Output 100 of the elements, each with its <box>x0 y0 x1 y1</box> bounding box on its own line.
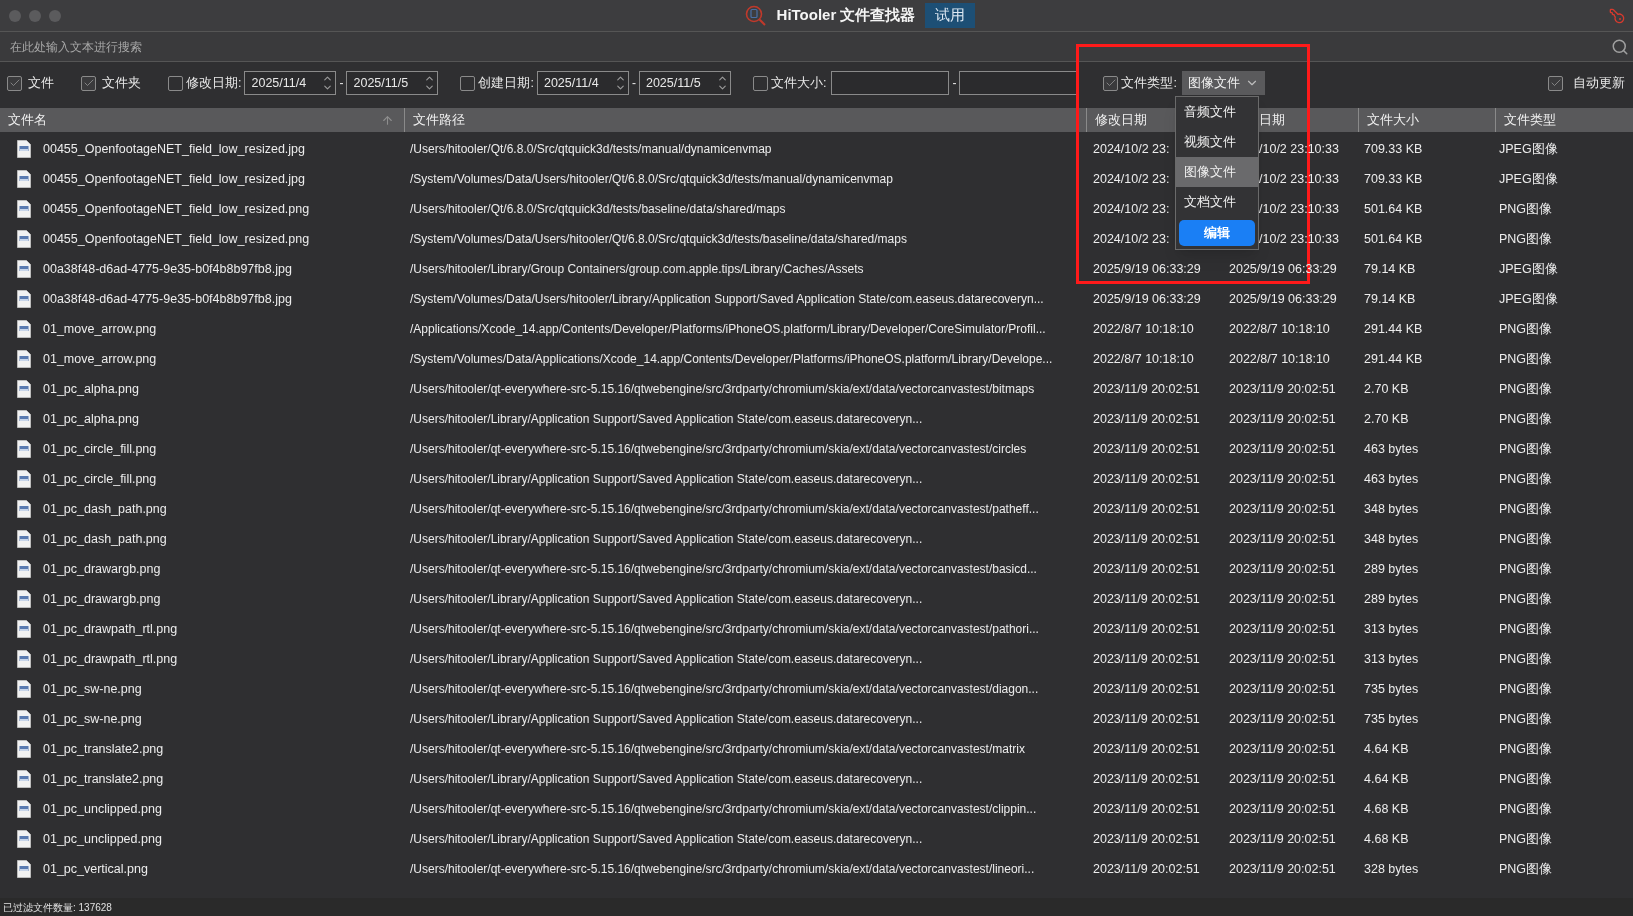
edit-button[interactable]: 编辑 <box>1179 220 1255 246</box>
search-icon[interactable] <box>1611 37 1629 56</box>
file-name: 00455_OpenfootageNET_field_low_resized.png <box>43 200 310 218</box>
filter-label: 文件大小: <box>770 74 827 92</box>
checkbox[interactable] <box>1103 75 1119 91</box>
file-type: PNG图像 <box>1499 561 1553 576</box>
column-header[interactable]: 文件大小 <box>1358 108 1495 132</box>
file-path: /Users/hitooler/Library/Application Support/Saved Application State/com.easeus.datarecoveryn... <box>410 471 923 486</box>
file-size: 501.64 KB <box>1364 201 1423 216</box>
file-size: 348 bytes <box>1364 501 1419 516</box>
file-size: 291.44 KB <box>1364 351 1423 366</box>
checkbox[interactable] <box>460 75 476 91</box>
filter-label: 文件夹 <box>102 74 141 92</box>
search-input[interactable]: 在此处输入文本进行搜索 <box>10 37 1611 56</box>
modified-date: 2024/10/2 23: <box>1093 141 1170 156</box>
created-date: 2023/11/9 20:02:51 <box>1229 831 1336 846</box>
file-size: 2.70 KB <box>1364 411 1409 426</box>
modified-date: 2023/11/9 20:02:51 <box>1093 501 1200 516</box>
image-file-icon <box>17 410 31 428</box>
file-type: PNG图像 <box>1499 471 1553 486</box>
image-file-icon <box>17 140 31 158</box>
file-type: PNG图像 <box>1499 771 1553 786</box>
date-spinbox[interactable]: 2025/11/4 <box>536 71 629 95</box>
file-size: 735 bytes <box>1364 711 1419 726</box>
file-path: /Users/hitooler/Library/Application Support/Saved Application State/com.easeus.datarecoveryn... <box>410 711 923 726</box>
checkbox[interactable] <box>752 75 768 91</box>
file-path: /System/Volumes/Data/Applications/Xcode_14.app/Contents/Developer/Platforms/iPhoneOS.platform/Library/Develope... <box>410 351 1053 366</box>
checkbox[interactable] <box>7 75 22 91</box>
file-type: JPEG图像 <box>1499 171 1558 186</box>
checkbox[interactable] <box>168 75 183 91</box>
created-date: 2023/11/9 20:02:51 <box>1229 381 1336 396</box>
key-icon[interactable] <box>1609 7 1625 24</box>
modified-date: 2024/10/2 23: <box>1093 231 1170 246</box>
file-size: 2.70 KB <box>1364 381 1409 396</box>
created-date: 2023/11/9 20:02:51 <box>1229 741 1336 756</box>
image-file-icon <box>17 440 31 458</box>
file-name: 00455_OpenfootageNET_field_low_resized.jpg <box>43 140 305 158</box>
date-spinbox[interactable]: 2025/11/5 <box>638 71 731 95</box>
column-header[interactable]: 文件路径 <box>404 108 1086 132</box>
file-type: PNG图像 <box>1499 861 1553 876</box>
file-size: 4.64 KB <box>1364 771 1409 786</box>
date-spinbox[interactable]: 2025/11/5 <box>346 71 439 95</box>
search-field[interactable]: 在此处输入文本进行搜索 <box>0 32 1633 62</box>
file-size: 501.64 KB <box>1364 231 1423 246</box>
created-date: 2023/11/9 20:02:51 <box>1229 441 1336 456</box>
modified-date: 2023/11/9 20:02:51 <box>1093 861 1200 876</box>
file-type: PNG图像 <box>1499 501 1553 516</box>
modified-date: 2023/11/9 20:02:51 <box>1093 741 1200 756</box>
checkbox[interactable] <box>81 75 96 91</box>
file-path: /Users/hitooler/Library/Group Containers/group.com.apple.tips/Library/Caches/Assets <box>410 261 864 276</box>
size-field[interactable] <box>959 71 1078 95</box>
modified-date: 2023/11/9 20:02:51 <box>1093 531 1200 546</box>
modified-date: 2024/10/2 23: <box>1093 171 1170 186</box>
file-path: /Users/hitooler/Qt/6.8.0/Src/qtquick3d/tests/manual/dynamicenvmap <box>410 141 772 156</box>
status-text: 已过滤文件数量: 137628 <box>3 900 112 915</box>
file-type: PNG图像 <box>1499 831 1553 846</box>
file-name: 01_pc_vertical.png <box>43 860 148 878</box>
menu-item[interactable]: 文档文件 <box>1176 187 1258 217</box>
file-size: 709.33 KB <box>1364 141 1423 156</box>
column-header[interactable]: 文件名 <box>0 108 404 132</box>
file-path: /System/Volumes/Data/Users/hitooler/Qt/6.8.0/Src/qtquick3d/tests/manual/dynamicenvmap <box>410 171 893 186</box>
column-header[interactable]: 文件类型 <box>1495 108 1633 132</box>
checkmark-icon <box>1549 77 1562 89</box>
file-size: 4.68 KB <box>1364 801 1409 816</box>
modified-date: 2023/11/9 20:02:51 <box>1093 621 1200 636</box>
image-file-icon <box>17 470 31 488</box>
file-name: 01_pc_unclipped.png <box>43 830 162 848</box>
created-date: 2023/11/9 20:02:51 <box>1229 471 1336 486</box>
size-field[interactable] <box>831 71 950 95</box>
date-spinbox[interactable]: 2025/11/4 <box>244 71 337 95</box>
file-type: JPEG图像 <box>1499 261 1558 276</box>
file-name: 01_pc_drawpath_rtl.png <box>43 650 178 668</box>
file-name: 01_pc_circle_fill.png <box>43 440 157 458</box>
image-file-icon <box>17 200 31 218</box>
file-path: /Users/hitooler/Library/Application Support/Saved Application State/com.easeus.datarecoveryn... <box>410 831 923 846</box>
file-type: PNG图像 <box>1499 621 1553 636</box>
created-date: 2022/8/7 10:18:10 <box>1229 351 1330 366</box>
file-type-dropdown[interactable]: 图像文件 <box>1181 71 1265 95</box>
file-path: /Users/hitooler/Library/Application Support/Saved Application State/com.easeus.datarecoveryn... <box>410 771 923 786</box>
range-dash: - <box>339 75 344 92</box>
file-name: 01_pc_translate2.png <box>43 740 164 758</box>
file-path: /System/Volumes/Data/Users/hitooler/Qt/6.8.0/Src/qtquick3d/tests/baseline/data/shared/maps <box>410 231 907 246</box>
file-type: PNG图像 <box>1499 711 1553 726</box>
file-path: /Users/hitooler/qt-everywhere-src-5.15.16/qtwebengine/src/3rdparty/chromium/skia/ext/data/vectorcanvastest/basicd... <box>410 561 1037 576</box>
file-path: /Users/hitooler/qt-everywhere-src-5.15.16/qtwebengine/src/3rdparty/chromium/skia/ext/data/vectorcanvastest/circles <box>410 441 1027 456</box>
image-file-icon <box>17 740 31 758</box>
modified-date: 2022/8/7 10:18:10 <box>1093 351 1194 366</box>
menu-item[interactable]: 图像文件 <box>1176 157 1258 187</box>
filter-label: 自动更新 <box>1573 74 1625 92</box>
file-name: 01_pc_drawpath_rtl.png <box>43 620 178 638</box>
created-date: 2023/11/9 20:02:51 <box>1229 591 1336 606</box>
created-date: 2023/11/9 20:02:51 <box>1229 531 1336 546</box>
file-path: /Users/hitooler/qt-everywhere-src-5.15.16/qtwebengine/src/3rdparty/chromium/skia/ext/data/vectorcanvastest/diagon... <box>410 681 1039 696</box>
checkmark-icon <box>82 77 95 89</box>
file-type: PNG图像 <box>1499 441 1553 456</box>
file-type: PNG图像 <box>1499 381 1553 396</box>
created-date: 2023/11/9 20:02:51 <box>1229 621 1336 636</box>
modified-date: 2022/8/7 10:18:10 <box>1093 321 1194 336</box>
created-date: 2023/11/9 20:02:51 <box>1229 711 1336 726</box>
checkbox[interactable] <box>1548 75 1563 91</box>
